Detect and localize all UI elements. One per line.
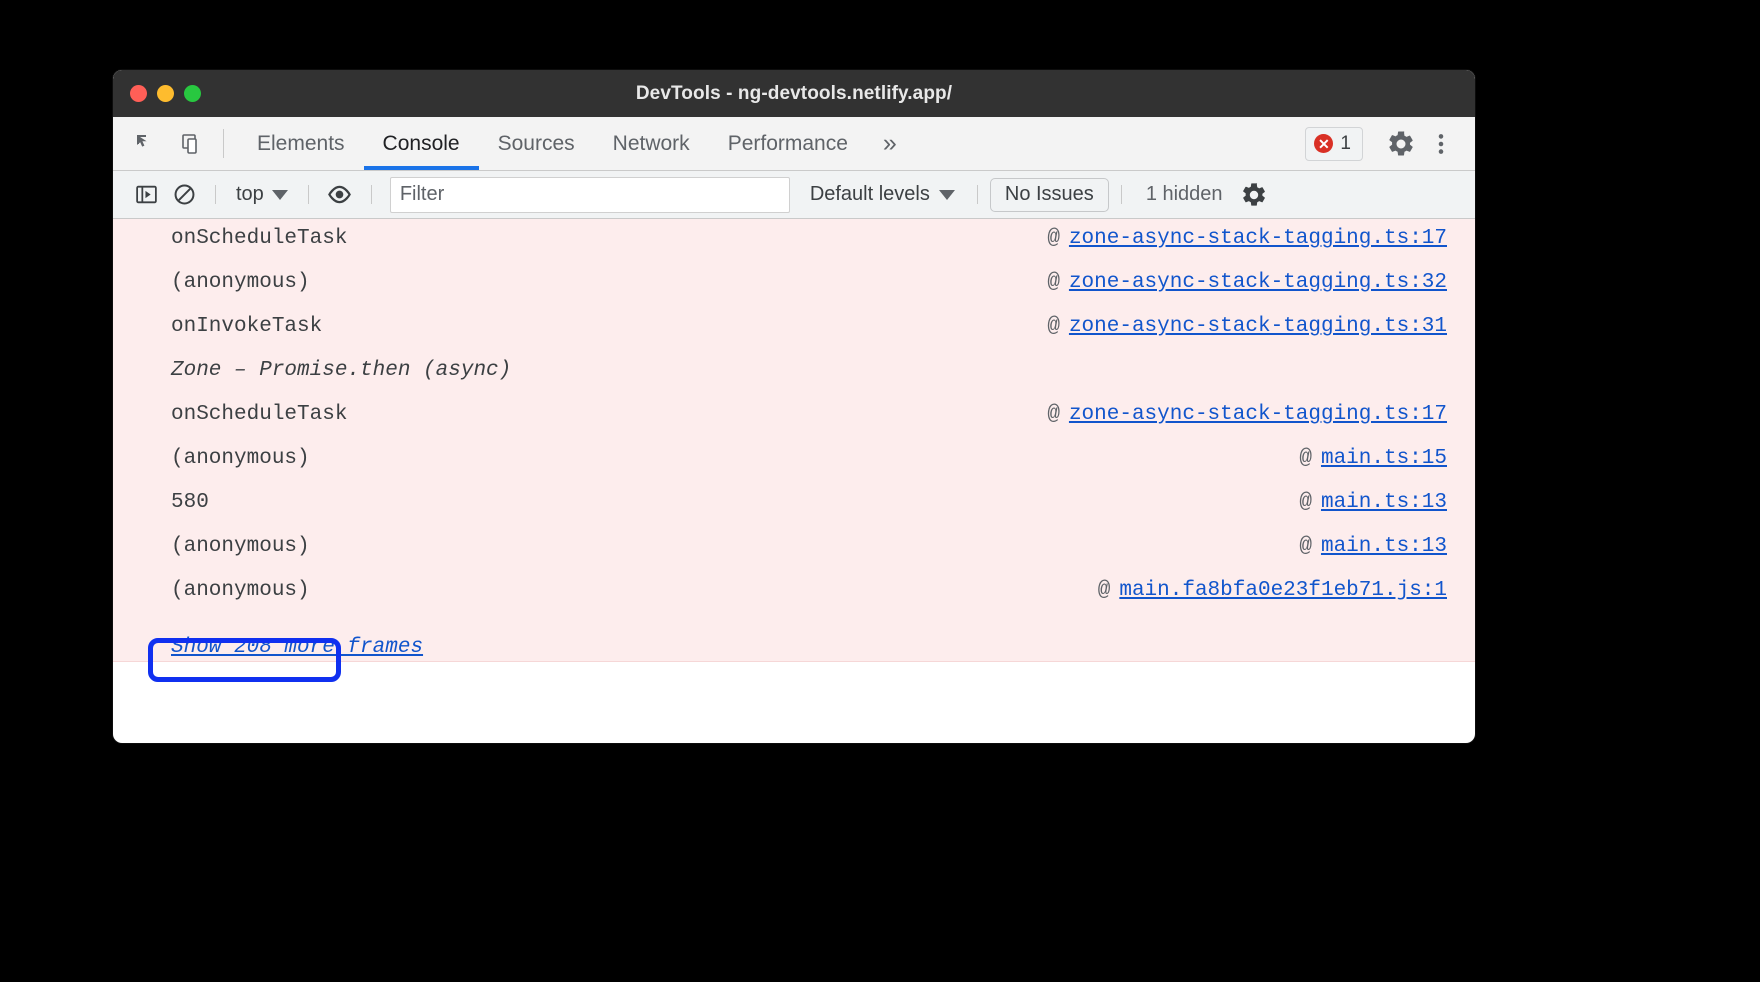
source-link[interactable]: zone-async-stack-tagging.ts:32 <box>1069 271 1447 294</box>
tab-performance[interactable]: Performance <box>709 117 867 170</box>
clear-console-icon[interactable] <box>165 176 203 214</box>
error-circle-icon: ✕ <box>1314 134 1333 153</box>
tabbar-left-icons <box>113 117 209 170</box>
screenshot-canvas: DevTools - ng-devtools.netlify.app/ <box>0 0 1760 982</box>
console-settings-gear-icon[interactable] <box>1235 176 1273 214</box>
table-row[interactable]: (anonymous) @ main.ts:15 <box>113 447 1475 491</box>
table-row[interactable]: onInvokeTask @ zone-async-stack-tagging.… <box>113 315 1475 359</box>
tab-elements-label: Elements <box>257 132 345 156</box>
tab-console-label: Console <box>383 132 460 156</box>
frame-name: (anonymous) <box>171 535 310 558</box>
table-row[interactable]: (anonymous) @ zone-async-stack-tagging.t… <box>113 271 1475 315</box>
error-count-badge[interactable]: ✕ 1 <box>1305 127 1363 161</box>
frame-name: (anonymous) <box>171 271 310 294</box>
window-title: DevTools - ng-devtools.netlify.app/ <box>113 83 1475 105</box>
table-row[interactable]: onScheduleTask @ zone-async-stack-taggin… <box>113 403 1475 447</box>
tabbar-divider <box>223 129 224 158</box>
live-expression-icon[interactable] <box>321 176 359 214</box>
window-titlebar: DevTools - ng-devtools.netlify.app/ <box>113 70 1475 117</box>
traffic-lights <box>130 85 201 102</box>
hidden-messages-label: 1 hidden <box>1134 183 1235 206</box>
minimize-button[interactable] <box>157 85 174 102</box>
console-toolbar-divider-3 <box>371 185 372 204</box>
zoom-button[interactable] <box>184 85 201 102</box>
tab-performance-label: Performance <box>728 132 848 156</box>
frame-location: @ zone-async-stack-tagging.ts:31 <box>1047 315 1447 338</box>
source-link[interactable]: main.fa8bfa0e23f1eb71.js:1 <box>1119 579 1447 602</box>
chevron-down-icon <box>272 190 288 200</box>
at-symbol: @ <box>1299 447 1312 470</box>
devtools-tabs: Elements Console Sources Network Perform… <box>238 117 913 170</box>
at-symbol: @ <box>1047 271 1060 294</box>
at-symbol: @ <box>1098 579 1111 602</box>
show-more-frames-link[interactable]: Show 208 more frames <box>171 636 423 659</box>
frame-name: onScheduleTask <box>171 403 347 426</box>
frame-name: 580 <box>171 491 209 514</box>
execution-context-label: top <box>236 183 264 206</box>
log-levels-label: Default levels <box>810 183 930 206</box>
inspect-element-icon[interactable] <box>129 127 163 161</box>
source-link[interactable]: zone-async-stack-tagging.ts:31 <box>1069 315 1447 338</box>
kebab-menu-icon[interactable] <box>1421 124 1461 164</box>
frame-location: @ zone-async-stack-tagging.ts:17 <box>1047 403 1447 426</box>
at-symbol: @ <box>1047 403 1060 426</box>
frame-location: @ zone-async-stack-tagging.ts:17 <box>1047 227 1447 250</box>
device-toolbar-icon[interactable] <box>175 127 209 161</box>
filter-input[interactable] <box>390 177 790 213</box>
frame-location: @ zone-async-stack-tagging.ts:32 <box>1047 271 1447 294</box>
console-toolbar-divider-4 <box>977 185 978 204</box>
more-tabs-label: » <box>883 129 897 158</box>
at-symbol: @ <box>1299 535 1312 558</box>
issues-button[interactable]: No Issues <box>990 178 1109 212</box>
table-row[interactable]: (anonymous) @ main.fa8bfa0e23f1eb71.js:1 <box>113 579 1475 623</box>
frame-location: @ main.fa8bfa0e23f1eb71.js:1 <box>1098 579 1447 602</box>
table-row[interactable]: onScheduleTask @ zone-async-stack-taggin… <box>113 227 1475 271</box>
chevron-down-icon <box>939 190 955 200</box>
devtools-window: DevTools - ng-devtools.netlify.app/ <box>113 70 1475 743</box>
more-tabs-icon[interactable]: » <box>867 117 913 170</box>
devtools-tabbar: Elements Console Sources Network Perform… <box>113 117 1475 171</box>
console-toolbar-divider-5 <box>1121 185 1122 204</box>
async-boundary-label: Zone – Promise.then (async) <box>171 359 511 382</box>
frame-name: (anonymous) <box>171 447 310 470</box>
source-link[interactable]: main.ts:13 <box>1321 491 1447 514</box>
console-toolbar: top Default levels No Issues 1 hidde <box>113 171 1475 219</box>
error-count-label: 1 <box>1340 133 1351 155</box>
source-link[interactable]: zone-async-stack-tagging.ts:17 <box>1069 403 1447 426</box>
show-more-frames-row: Show 208 more frames <box>113 623 1475 667</box>
console-sidebar-icon[interactable] <box>127 176 165 214</box>
error-stack-trace: onScheduleTask @ zone-async-stack-taggin… <box>113 219 1475 662</box>
frame-name: (anonymous) <box>171 579 310 602</box>
close-button[interactable] <box>130 85 147 102</box>
tab-elements[interactable]: Elements <box>238 117 364 170</box>
console-toolbar-divider-1 <box>215 185 216 204</box>
at-symbol: @ <box>1299 491 1312 514</box>
frame-location: @ main.ts:15 <box>1299 447 1447 470</box>
issues-label: No Issues <box>1005 183 1094 206</box>
gear-icon[interactable] <box>1381 124 1421 164</box>
console-message-area[interactable]: onScheduleTask @ zone-async-stack-taggin… <box>113 219 1475 667</box>
source-link[interactable]: zone-async-stack-tagging.ts:17 <box>1069 227 1447 250</box>
source-link[interactable]: main.ts:15 <box>1321 447 1447 470</box>
frame-name: onInvokeTask <box>171 315 322 338</box>
at-symbol: @ <box>1047 315 1060 338</box>
execution-context-selector[interactable]: top <box>228 183 296 206</box>
frame-location: @ main.ts:13 <box>1299 491 1447 514</box>
async-boundary-row: Zone – Promise.then (async) <box>113 359 1475 403</box>
console-toolbar-divider-2 <box>308 185 309 204</box>
table-row[interactable]: 580 @ main.ts:13 <box>113 491 1475 535</box>
frame-location: @ main.ts:13 <box>1299 535 1447 558</box>
console-prompt[interactable]: > <box>113 662 1475 667</box>
log-levels-selector[interactable]: Default levels <box>800 183 965 206</box>
tab-sources[interactable]: Sources <box>479 117 594 170</box>
tab-console[interactable]: Console <box>364 117 479 170</box>
source-link[interactable]: main.ts:13 <box>1321 535 1447 558</box>
at-symbol: @ <box>1047 227 1060 250</box>
tabbar-right-icons: ✕ 1 <box>1305 117 1475 170</box>
frame-name: onScheduleTask <box>171 227 347 250</box>
table-row[interactable]: (anonymous) @ main.ts:13 <box>113 535 1475 579</box>
tab-network[interactable]: Network <box>594 117 709 170</box>
tab-network-label: Network <box>613 132 690 156</box>
tab-sources-label: Sources <box>498 132 575 156</box>
